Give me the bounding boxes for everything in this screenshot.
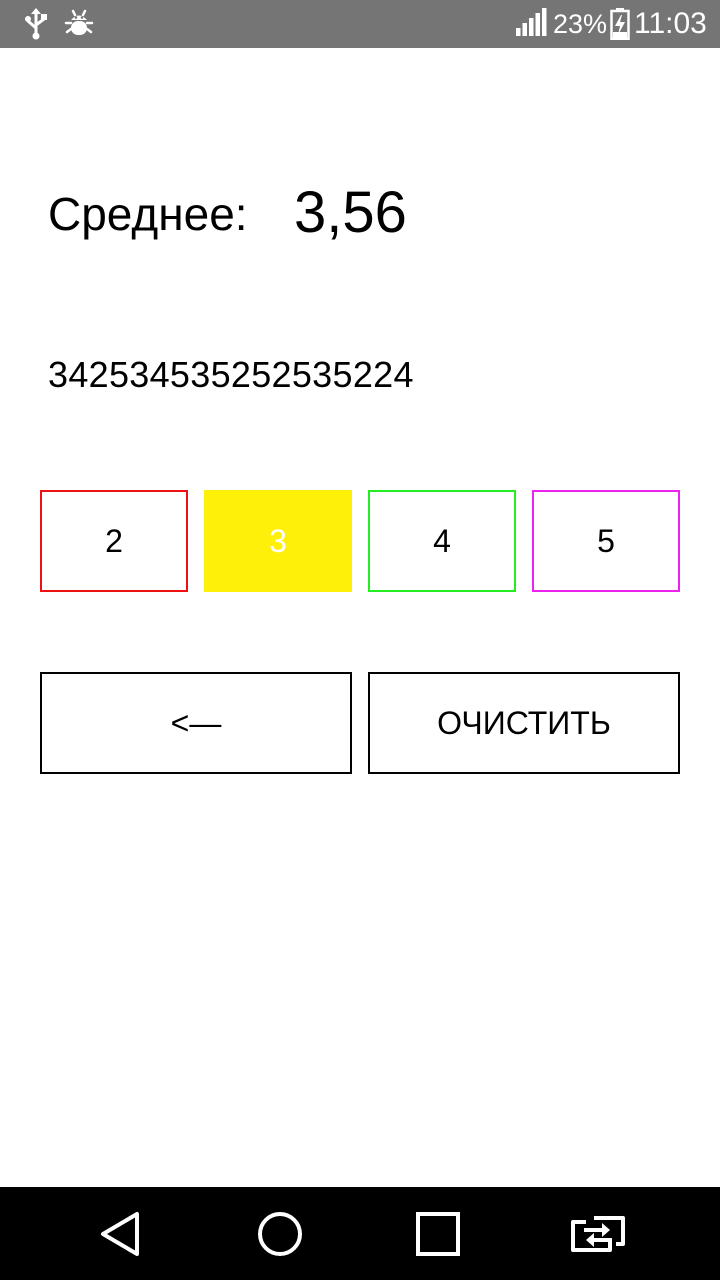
battery-percent: 23% — [553, 9, 608, 39]
average-value: 3,56 — [294, 180, 407, 245]
home-icon[interactable] — [220, 1187, 340, 1280]
grades-string: 342534535252535224 — [48, 354, 414, 395]
back-icon[interactable] — [60, 1187, 180, 1280]
backspace-button[interactable]: <— — [40, 672, 352, 774]
navigation-bar — [0, 1187, 720, 1280]
grade-3-button[interactable]: 3 — [204, 490, 352, 592]
usb-icon — [24, 8, 48, 45]
grade-4-button[interactable]: 4 — [368, 490, 516, 592]
recents-icon[interactable] — [378, 1187, 498, 1280]
screen: 23% 11:03 Среднее: 3,56 3425345352525352… — [0, 0, 720, 1280]
grade-5-button[interactable]: 5 — [532, 490, 680, 592]
battery-charging-icon — [610, 8, 630, 45]
clear-button[interactable]: ОЧИСТИТЬ — [368, 672, 680, 774]
status-bar: 23% 11:03 — [0, 0, 720, 48]
average-label: Среднее: — [48, 188, 248, 240]
grade-2-button[interactable]: 2 — [40, 490, 188, 592]
clock: 11:03 — [634, 7, 707, 40]
switch-app-icon[interactable] — [538, 1187, 658, 1280]
signal-icon — [516, 8, 548, 41]
bug-icon — [64, 8, 94, 45]
